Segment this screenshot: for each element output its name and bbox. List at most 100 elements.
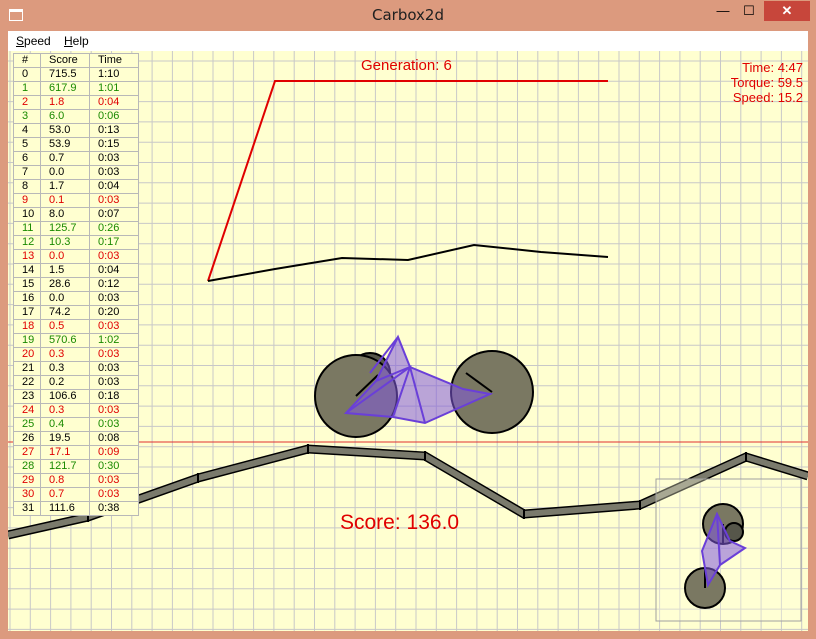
menu-speed[interactable]: Speed	[16, 34, 51, 48]
table-row: 16 0.0 0:03	[13, 291, 139, 306]
cell-score: 0.5	[40, 319, 90, 334]
title-bar[interactable]: Carbox2d — ☐ ✕	[0, 0, 816, 30]
cell-score: 0.3	[40, 347, 90, 362]
cell-score: 0.4	[40, 417, 90, 432]
cell-number: 13	[13, 249, 41, 264]
menu-help[interactable]: Help	[64, 34, 89, 48]
cell-number: 8	[13, 179, 41, 194]
cell-time: 0:03	[89, 403, 139, 418]
table-row: 2 1.8 0:04	[13, 95, 139, 110]
score-table: # Score Time 0 715.5 1:10 1 617.9 1:01 2 1.8 0:0…	[13, 53, 139, 516]
cell-score: 617.9	[40, 81, 90, 96]
cell-time: 0:38	[89, 501, 139, 516]
cell-score: 74.2	[40, 305, 90, 320]
cell-score: 8.0	[40, 207, 90, 222]
cell-time: 0:07	[89, 207, 139, 222]
cell-score: 19.5	[40, 431, 90, 446]
cell-score: 715.5	[40, 67, 90, 82]
minimize-button[interactable]: —	[710, 1, 736, 21]
cell-time: 0:04	[89, 95, 139, 110]
cell-number: 21	[13, 361, 41, 376]
table-row: 6 0.7 0:03	[13, 151, 139, 166]
cell-score: 0.2	[40, 375, 90, 390]
table-row: 9 0.1 0:03	[13, 193, 139, 208]
table-row: 18 0.5 0:03	[13, 319, 139, 334]
cell-time: 0:26	[89, 221, 139, 236]
app-window: Carbox2d — ☐ ✕ Speed Help # Score Time 0…	[0, 0, 816, 639]
table-row: 19 570.6 1:02	[13, 333, 139, 348]
table-row: 13 0.0 0:03	[13, 249, 139, 264]
cell-score: 0.1	[40, 193, 90, 208]
cell-number: 25	[13, 417, 41, 432]
torque-readout: Torque: 59.5	[730, 75, 803, 90]
cell-number: 9	[13, 193, 41, 208]
cell-time: 0:04	[89, 263, 139, 278]
cell-number: 28	[13, 459, 41, 474]
cell-score: 1.8	[40, 95, 90, 110]
maximize-button[interactable]: ☐	[736, 1, 762, 21]
cell-score: 121.7	[40, 459, 90, 474]
cell-time: 0:18	[89, 389, 139, 404]
cell-number: 2	[13, 95, 41, 110]
minimap	[655, 478, 802, 622]
table-row: 15 28.6 0:12	[13, 277, 139, 292]
cell-number: 7	[13, 165, 41, 180]
cell-number: 27	[13, 445, 41, 460]
menu-bar: Speed Help	[8, 31, 808, 51]
cell-number: 6	[13, 151, 41, 166]
simulation-canvas[interactable]: # Score Time 0 715.5 1:10 1 617.9 1:01 2 1.8 0:0…	[8, 51, 808, 631]
cell-score: 0.8	[40, 473, 90, 488]
close-button[interactable]: ✕	[764, 1, 810, 21]
table-row: 30 0.7 0:03	[13, 487, 139, 502]
cell-number: 31	[13, 501, 41, 516]
cell-score: 125.7	[40, 221, 90, 236]
table-row: 3 6.0 0:06	[13, 109, 139, 124]
cell-number: 1	[13, 81, 41, 96]
cell-time: 0:03	[89, 487, 139, 502]
cell-score: 1.5	[40, 263, 90, 278]
max-score-graph-line	[207, 80, 608, 282]
cell-number: 23	[13, 389, 41, 404]
cell-number: 12	[13, 235, 41, 250]
generation-label: Generation: 6	[361, 57, 452, 74]
table-row: 27 17.1 0:09	[13, 445, 139, 460]
maximize-icon: ☐	[743, 3, 755, 18]
cell-score: 0.0	[40, 291, 90, 306]
table-row: 24 0.3 0:03	[13, 403, 139, 418]
cell-number: 19	[13, 333, 41, 348]
table-row: 25 0.4 0:03	[13, 417, 139, 432]
cell-number: 0	[13, 67, 41, 82]
table-row: 20 0.3 0:03	[13, 347, 139, 362]
cell-number: 20	[13, 347, 41, 362]
score-label: Score: 136.0	[340, 511, 460, 534]
cell-score: 0.0	[40, 249, 90, 264]
header-number: #	[13, 53, 41, 68]
close-icon: ✕	[781, 3, 793, 18]
cell-time: 0:15	[89, 137, 139, 152]
cell-time: 0:03	[89, 151, 139, 166]
cell-time: 0:03	[89, 291, 139, 306]
cell-number: 29	[13, 473, 41, 488]
table-row: 14 1.5 0:04	[13, 263, 139, 278]
window-title: Carbox2d	[371, 6, 444, 24]
cell-time: 0:03	[89, 361, 139, 376]
table-row: 5 53.9 0:15	[13, 137, 139, 152]
table-row: 0 715.5 1:10	[13, 67, 139, 82]
time-readout: Time: 4:47	[742, 60, 803, 75]
cell-score: 0.3	[40, 403, 90, 418]
cell-number: 4	[13, 123, 41, 138]
cell-number: 15	[13, 277, 41, 292]
minimize-icon: —	[716, 3, 730, 18]
table-row: 10 8.0 0:07	[13, 207, 139, 222]
cell-score: 17.1	[40, 445, 90, 460]
table-header-row: # Score Time	[13, 53, 139, 68]
cell-time: 0:30	[89, 459, 139, 474]
stats-panel: Time: 4:47 Torque: 59.5 Speed: 15.2	[731, 60, 803, 105]
cell-time: 0:03	[89, 473, 139, 488]
table-row: 22 0.2 0:03	[13, 375, 139, 390]
cell-time: 0:03	[89, 249, 139, 264]
cell-number: 3	[13, 109, 41, 124]
cell-number: 17	[13, 305, 41, 320]
cell-number: 11	[13, 221, 41, 236]
table-row: 21 0.3 0:03	[13, 361, 139, 376]
